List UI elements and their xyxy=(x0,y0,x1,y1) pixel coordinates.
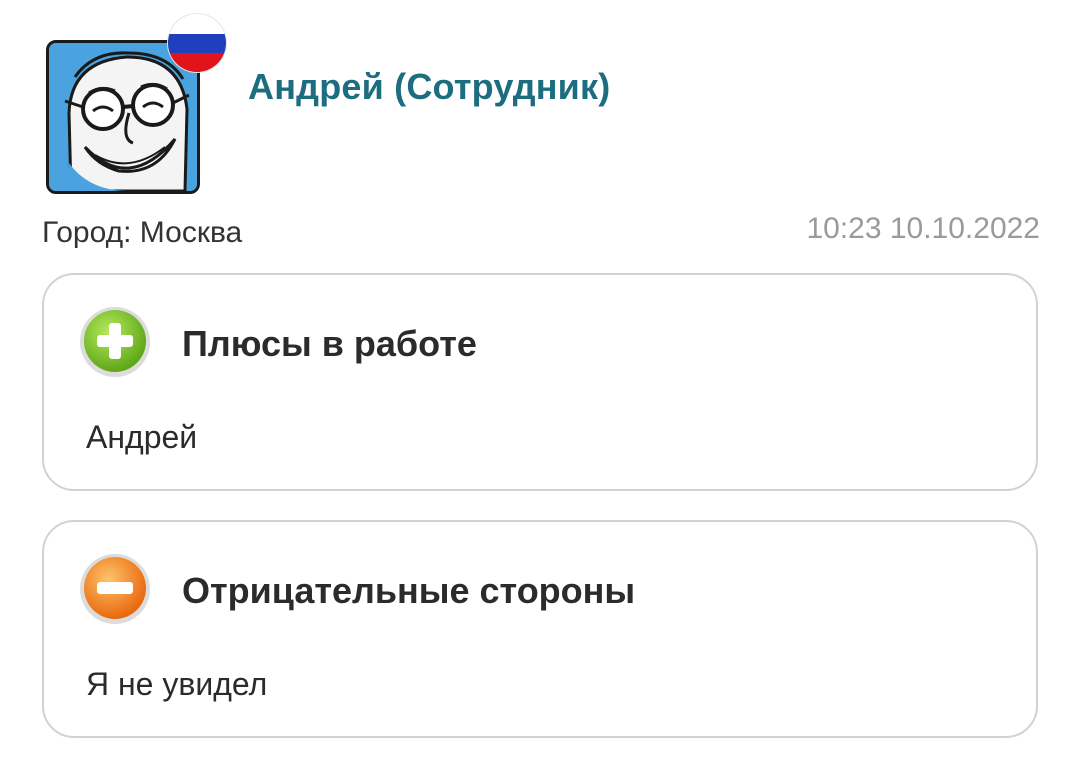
plus-circle-icon xyxy=(78,305,152,379)
russia-flag-icon xyxy=(168,14,226,72)
cons-title: Отрицательные стороны xyxy=(182,570,636,611)
minus-circle-icon xyxy=(78,552,152,626)
pros-title: Плюсы в работе xyxy=(182,323,477,364)
pros-text: Андрей xyxy=(86,419,198,455)
review-page: Андрей (Сотрудник) Город: Москва 10:23 1… xyxy=(0,0,1080,762)
cons-text: Я не увидел xyxy=(86,666,268,702)
review-timestamp: 10:23 10.10.2022 xyxy=(806,212,1040,245)
pros-card: Плюсы в работе Андрей xyxy=(42,273,1038,491)
cartoon-face-icon xyxy=(49,43,197,191)
author-name[interactable]: Андрей (Сотрудник) xyxy=(248,66,610,108)
city-label: Город: Москва xyxy=(42,216,243,249)
cons-card: Отрицательные стороны Я не увидел xyxy=(42,520,1038,738)
